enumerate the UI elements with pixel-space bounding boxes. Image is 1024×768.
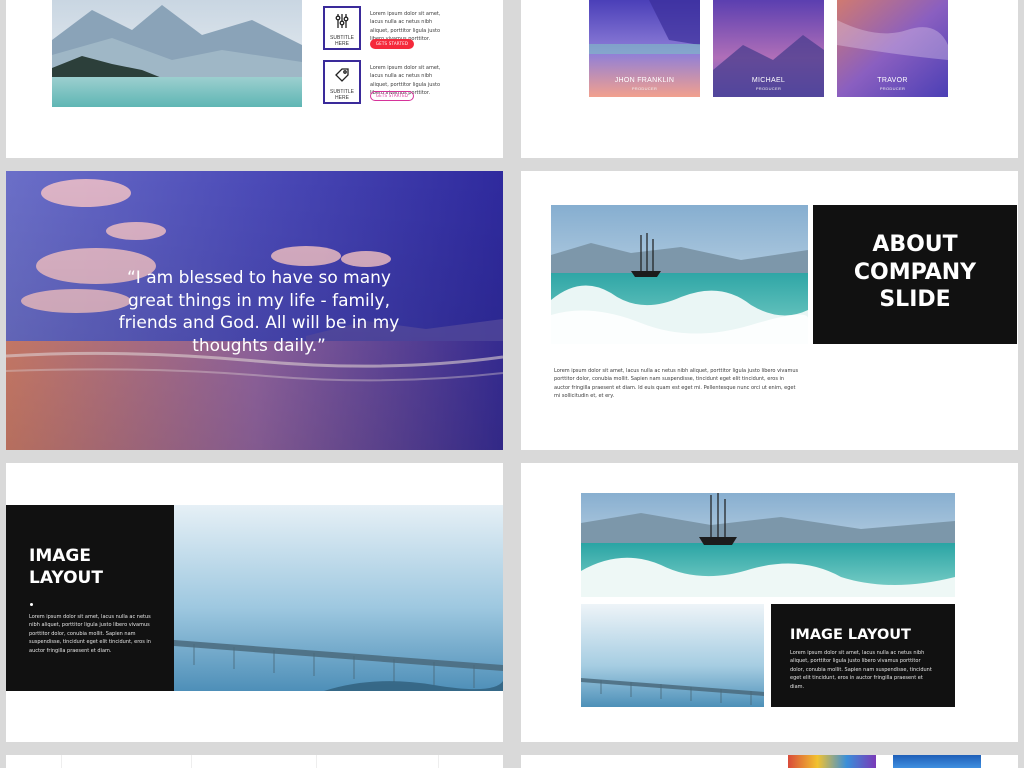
body-text: Lorem ipsum dolor sit amet, lacus nulla … xyxy=(29,614,151,654)
body-text: Lorem ipsum dolor sit amet, lacus nulla … xyxy=(790,650,932,690)
feature-card-1: SUBTITLE HERE xyxy=(323,6,361,50)
member-role: PRODUCER xyxy=(879,86,906,91)
sailboat-waves-photo xyxy=(551,205,808,344)
divider-line xyxy=(438,755,439,768)
feature-card-2: SUBTITLE HERE xyxy=(323,60,361,104)
member-name: JHON FRANKLIN xyxy=(614,77,675,84)
slide-team: JHON FRANKLIN PRODUCER MICHAEL PRODUCER xyxy=(521,0,1018,158)
get-started-button[interactable]: GETS STARTED xyxy=(370,39,414,49)
body-text: Lorem ipsum dolor sit amet, lacus nulla … xyxy=(554,368,799,400)
tag-icon xyxy=(335,68,349,82)
get-started-button[interactable]: GETS STARTED xyxy=(370,91,414,101)
lake-mountain-photo xyxy=(52,0,302,107)
member-name: TRAVOR xyxy=(877,77,908,84)
sailboat-waves-photo xyxy=(581,493,955,597)
bullet-dot xyxy=(30,603,33,606)
title-panel: ABOUT COMPANY SLIDE xyxy=(813,205,1017,344)
slide-quote: “I am blessed to have so many great thin… xyxy=(6,171,503,450)
team-member-card: MICHAEL PRODUCER xyxy=(713,0,824,97)
slide-image-layout-1: IMAGE LAYOUT Lorem ipsum dolor sit amet,… xyxy=(6,463,503,742)
member-role: PRODUCER xyxy=(631,86,658,91)
misty-pier-photo xyxy=(174,505,503,691)
slide-services: SUBTITLE HERE Lorem ipsum dolor sit amet… xyxy=(6,0,503,158)
divider-line xyxy=(316,755,317,768)
colorful-photo xyxy=(788,755,876,768)
slide-about-company: ABOUT COMPANY SLIDE Lorem ipsum dolor si… xyxy=(521,171,1018,450)
slide-title: IMAGE LAYOUT xyxy=(29,546,103,588)
member-name: MICHAEL xyxy=(751,77,786,84)
slide-image-layout-2: IMAGE LAYOUT Lorem ipsum dolor sit amet,… xyxy=(521,463,1018,742)
slide-partial-bottom-left xyxy=(6,755,503,768)
misty-pier-photo xyxy=(581,604,764,707)
title-panel: IMAGE LAYOUT Lorem ipsum dolor sit amet,… xyxy=(6,505,174,691)
team-member-card: TRAVOR PRODUCER xyxy=(837,0,948,97)
quote-text: “I am blessed to have so many great thin… xyxy=(118,268,400,356)
slide-title: ABOUT COMPANY SLIDE xyxy=(853,232,977,312)
divider-line xyxy=(191,755,192,768)
slide-partial-bottom-right xyxy=(521,755,1018,768)
team-member-card: JHON FRANKLIN PRODUCER xyxy=(589,0,700,97)
member-role: PRODUCER xyxy=(755,86,782,91)
blue-photo xyxy=(893,755,981,768)
divider-line xyxy=(61,755,62,768)
title-panel: IMAGE LAYOUT Lorem ipsum dolor sit amet,… xyxy=(771,604,955,707)
slide-title: IMAGE LAYOUT xyxy=(790,627,911,643)
feature-subtitle: SUBTITLE HERE xyxy=(330,89,354,101)
sliders-icon xyxy=(335,14,349,28)
feature-subtitle: SUBTITLE HERE xyxy=(330,35,354,47)
